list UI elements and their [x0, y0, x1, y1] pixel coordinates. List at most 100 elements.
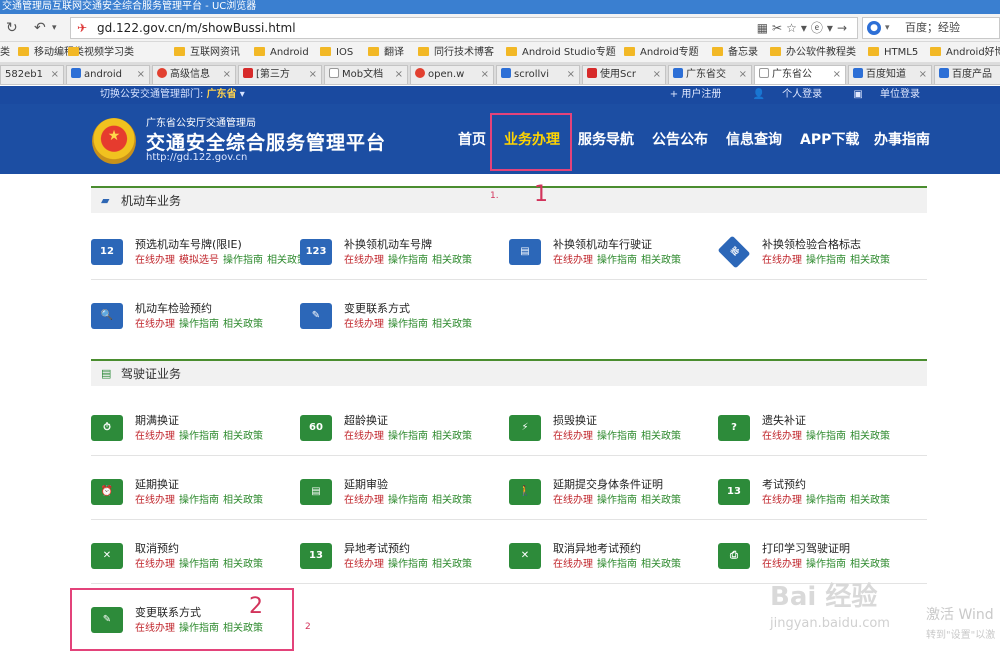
- simulate-link[interactable]: 模拟选号: [179, 255, 219, 266]
- back-icon[interactable]: ↶: [34, 18, 46, 38]
- service-item[interactable]: ▤ 补换领机动车行驶证 在线办理 操作指南 相关政策: [509, 237, 709, 273]
- service-name[interactable]: 打印学习驾驶证明: [762, 541, 850, 556]
- policy-link[interactable]: 相关政策: [432, 559, 472, 570]
- close-icon[interactable]: ×: [223, 66, 231, 84]
- browser-tab[interactable]: 百度产品: [934, 65, 1000, 84]
- online-link[interactable]: 在线办理: [762, 559, 802, 570]
- policy-link[interactable]: 相关政策: [641, 559, 681, 570]
- bookmark-folder[interactable]: HTML5: [868, 45, 918, 60]
- guide-link[interactable]: 操作指南: [179, 319, 219, 330]
- service-item[interactable]: ✕ 取消预约 在线办理 操作指南 相关政策: [91, 541, 291, 577]
- bookmark-folder[interactable]: IOS: [320, 45, 353, 60]
- guide-link[interactable]: 操作指南: [806, 431, 846, 442]
- guide-link[interactable]: 操作指南: [597, 495, 637, 506]
- policy-link[interactable]: 相关政策: [223, 495, 263, 506]
- qr-icon[interactable]: ▦: [757, 21, 772, 35]
- service-name[interactable]: 延期提交身体条件证明: [553, 477, 663, 492]
- dropdown-icon[interactable]: ▾: [801, 21, 811, 35]
- service-name[interactable]: 延期换证: [135, 477, 179, 492]
- service-name[interactable]: 取消异地考试预约: [553, 541, 641, 556]
- service-item[interactable]: ⎙ 打印学习驾驶证明 在线办理 操作指南 相关政策: [718, 541, 918, 577]
- service-name[interactable]: 异地考试预约: [344, 541, 410, 556]
- go-arrow-icon[interactable]: →: [837, 21, 851, 35]
- nav-home[interactable]: 首页: [458, 128, 486, 152]
- browser-tab[interactable]: 使用Scr ×: [582, 65, 666, 84]
- search-box[interactable]: ● ▾ 百度；经验: [862, 17, 1000, 39]
- guide-link[interactable]: 操作指南: [597, 559, 637, 570]
- nav-handling-guide[interactable]: 办事指南: [874, 128, 930, 152]
- policy-link[interactable]: 相关政策: [641, 495, 681, 506]
- nav-announcements[interactable]: 公告公布: [652, 128, 708, 152]
- online-link[interactable]: 在线办理: [135, 431, 175, 442]
- guide-link[interactable]: 操作指南: [388, 559, 428, 570]
- online-link[interactable]: 在线办理: [344, 559, 384, 570]
- guide-link[interactable]: 操作指南: [597, 255, 637, 266]
- close-icon[interactable]: ×: [567, 66, 575, 84]
- dept-switcher[interactable]: 切换公安交通管理部门: 广东省 ▾: [100, 86, 245, 104]
- guide-link[interactable]: 操作指南: [597, 431, 637, 442]
- service-item[interactable]: ⏰ 延期换证 在线办理 操作指南 相关政策: [91, 477, 291, 513]
- service-item[interactable]: 验 补换领检验合格标志 在线办理 操作指南 相关政策: [717, 235, 918, 273]
- guide-link[interactable]: 操作指南: [806, 255, 846, 266]
- bookmark-folder[interactable]: Android: [254, 45, 309, 60]
- service-name[interactable]: 补换领机动车行驶证: [553, 237, 652, 252]
- guide-link[interactable]: 操作指南: [179, 495, 219, 506]
- service-name[interactable]: 预选机动车号牌(限IE): [135, 237, 242, 252]
- bookmark-folder[interactable]: 互联网资讯: [174, 45, 240, 60]
- bookmark-folder[interactable]: 备忘录: [712, 45, 758, 60]
- online-link[interactable]: 在线办理: [135, 319, 175, 330]
- policy-link[interactable]: 相关政策: [223, 319, 263, 330]
- guide-link[interactable]: 操作指南: [179, 559, 219, 570]
- service-item[interactable]: 🔍 机动车检验预约 在线办理 操作指南 相关政策: [91, 301, 291, 337]
- browser-tab-active[interactable]: 广东省公 ×: [754, 65, 846, 84]
- browser-tab[interactable]: 高级信息 ×: [152, 65, 236, 84]
- policy-link[interactable]: 相关政策: [850, 495, 890, 506]
- browser-tab[interactable]: [第三方 ×: [238, 65, 322, 84]
- online-link[interactable]: 在线办理: [344, 431, 384, 442]
- service-name[interactable]: 补换领机动车号牌: [344, 237, 432, 252]
- service-item[interactable]: ✕ 取消异地考试预约 在线办理 操作指南 相关政策: [509, 541, 709, 577]
- bookmark-folder[interactable]: Android专题: [624, 45, 699, 60]
- bookmark-folder[interactable]: 同行技术博客: [418, 45, 494, 60]
- guide-link[interactable]: 操作指南: [806, 495, 846, 506]
- baidu-paw-icon[interactable]: ●: [867, 21, 881, 35]
- service-item[interactable]: 12 预选机动车号牌(限IE) 在线办理 模拟选号 操作指南 相关政策: [91, 237, 307, 273]
- policy-link[interactable]: 相关政策: [850, 559, 890, 570]
- bookmark-folder[interactable]: Android好博: [930, 45, 1000, 60]
- service-item[interactable]: 60 超龄换证 在线办理 操作指南 相关政策: [300, 413, 500, 449]
- browser-tab[interactable]: Mob文档 ×: [324, 65, 408, 84]
- back-dropdown-icon[interactable]: ▾: [52, 18, 57, 38]
- close-icon[interactable]: ×: [309, 66, 317, 84]
- service-name[interactable]: 取消预约: [135, 541, 179, 556]
- search-input[interactable]: 百度；经验: [905, 18, 960, 38]
- star-icon[interactable]: ☆: [786, 21, 801, 35]
- policy-link[interactable]: 相关政策: [432, 431, 472, 442]
- guide-link[interactable]: 操作指南: [388, 319, 428, 330]
- browser-tab[interactable]: 582eb1 ×: [0, 65, 64, 84]
- guide-link[interactable]: 操作指南: [388, 495, 428, 506]
- service-item[interactable]: ▤ 延期审验 在线办理 操作指南 相关政策: [300, 477, 500, 513]
- browser-tab[interactable]: 百度知道 ×: [848, 65, 932, 84]
- policy-link[interactable]: 相关政策: [641, 255, 681, 266]
- scissors-icon[interactable]: ✂: [772, 21, 786, 35]
- close-icon[interactable]: ×: [51, 66, 59, 84]
- online-link[interactable]: 在线办理: [762, 495, 802, 506]
- browser-tab[interactable]: android ×: [66, 65, 150, 84]
- guide-link[interactable]: 操作指南: [223, 255, 263, 266]
- policy-link[interactable]: 相关政策: [432, 495, 472, 506]
- guide-link[interactable]: 操作指南: [806, 559, 846, 570]
- service-item[interactable]: 🚶 延期提交身体条件证明 在线办理 操作指南 相关政策: [509, 477, 709, 513]
- service-item[interactable]: ⚡ 损毁换证 在线办理 操作指南 相关政策: [509, 413, 709, 449]
- online-link[interactable]: 在线办理: [135, 495, 175, 506]
- policy-link[interactable]: 相关政策: [850, 431, 890, 442]
- close-icon[interactable]: ×: [481, 66, 489, 84]
- online-link[interactable]: 在线办理: [553, 431, 593, 442]
- guide-link[interactable]: 操作指南: [179, 431, 219, 442]
- bookmark-folder[interactable]: 类: [0, 45, 10, 60]
- service-name[interactable]: 补换领检验合格标志: [762, 237, 861, 252]
- policy-link[interactable]: 相关政策: [432, 255, 472, 266]
- service-name[interactable]: 变更联系方式: [344, 301, 410, 316]
- guide-link[interactable]: 操作指南: [388, 255, 428, 266]
- policy-link[interactable]: 相关政策: [850, 255, 890, 266]
- personal-login-link[interactable]: 👤 个人登录: [739, 89, 823, 100]
